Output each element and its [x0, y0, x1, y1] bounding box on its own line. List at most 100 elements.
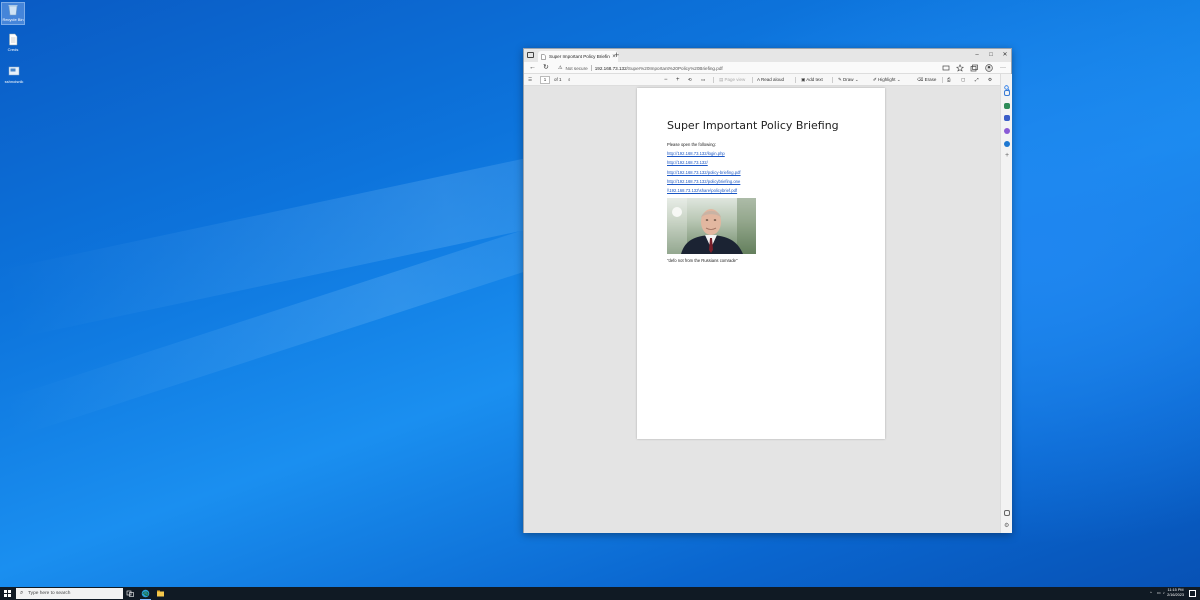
page-count: of 1 [554, 77, 562, 82]
divider [832, 77, 833, 83]
chevron-down-icon: ⌄ [896, 77, 901, 82]
add-icon[interactable]: + [1004, 152, 1010, 159]
desktop-icon-shortcut[interactable]: sshnoisnik [2, 65, 26, 87]
settings-gear-icon[interactable]: ⚙ [1004, 523, 1010, 529]
contents-icon[interactable]: ☰ [528, 74, 532, 86]
page-view-button[interactable]: ▤ Page view [719, 74, 745, 86]
tab-pdf[interactable]: Super Important Policy Briefing × [538, 51, 618, 62]
shortcut-icon [8, 65, 20, 78]
url-host: 192.168.73.132 [594, 65, 627, 71]
read-mode-icon[interactable] [942, 64, 950, 72]
url-field[interactable]: ⚠ Not secure 192.168.73.132/Super%20Impo… [558, 63, 928, 73]
highlight-label: Highlight [878, 77, 896, 82]
browser-window: Super Important Policy Briefing × + – □ … [523, 48, 1012, 533]
search-icon[interactable] [1004, 78, 1010, 91]
draw-icon: ✎ [838, 77, 842, 82]
tray-chevron-icon[interactable]: ^ [1150, 587, 1152, 600]
document-link[interactable]: http://192.168.73.132/policybriefing.one [667, 179, 740, 184]
tools-icon[interactable] [1004, 115, 1010, 121]
highlight-button[interactable]: ✐ Highlight ⌄ [873, 74, 901, 86]
zoom-in-button[interactable]: + [676, 74, 680, 86]
notifications-icon[interactable] [1189, 590, 1196, 597]
page-view-label: Page view [724, 77, 746, 82]
tab-actions-icon[interactable] [527, 52, 534, 58]
address-bar: ← ↻ ⚠ Not secure 192.168.73.132/Super%20… [524, 62, 1011, 74]
desktop-icon-recycle-bin[interactable]: Recycle Bin [1, 2, 25, 25]
pdf-viewer[interactable]: Super Important Policy Briefing Please o… [524, 86, 1000, 533]
divider [713, 77, 714, 83]
search-icon: ⌕ [20, 590, 24, 596]
tab-title: Super Important Policy Briefing [549, 54, 610, 59]
minimize-button[interactable]: – [970, 49, 984, 61]
chevron-down-icon: ⌄ [854, 77, 859, 82]
refresh-icon[interactable]: ↻ [543, 63, 549, 73]
office-icon[interactable] [1004, 128, 1010, 134]
profile-avatar-icon[interactable] [985, 64, 993, 72]
pdf-file-icon [541, 53, 546, 60]
erase-button[interactable]: ⌫ Erase [917, 74, 936, 86]
eraser-icon: ⌫ [917, 77, 924, 82]
hide-sidebar-icon[interactable] [1004, 510, 1010, 516]
document-link[interactable]: http://192.168.73.132/ [667, 160, 708, 165]
fullscreen-icon[interactable]: ⤢ [975, 74, 979, 86]
desktop-icon-label: sshnoisnik [4, 79, 24, 84]
document-link[interactable]: \\192.168.73.132\share\policybrief.pdf [667, 188, 737, 193]
outlook-icon[interactable] [1004, 141, 1010, 147]
save-icon[interactable]: ▢ [961, 74, 965, 86]
browser-sidebar: + ⚙ [1000, 74, 1012, 533]
search-placeholder: Type here to search [28, 591, 71, 596]
add-text-button[interactable]: ▣ Add text [801, 74, 823, 86]
document-title: Super Important Policy Briefing [667, 119, 839, 132]
pdf-toolbar: ☰ 1 of 1 ⌕ − + ⟲ ▭ ▤ Page view A Read al… [524, 74, 1011, 86]
games-icon[interactable] [1004, 103, 1010, 109]
new-tab-button[interactable]: + [614, 50, 619, 60]
photo-caption: "defo not from the Russians comrade" [667, 258, 738, 263]
maximize-button[interactable]: □ [984, 49, 998, 61]
add-text-icon: ▣ [801, 77, 806, 82]
divider [795, 77, 796, 83]
erase-label: Erase [924, 77, 937, 82]
volume-icon[interactable]: ♪ [1163, 587, 1165, 600]
desktop-icon-creds[interactable]: Creds [2, 33, 24, 55]
add-text-label: Add text [806, 77, 823, 82]
zoom-out-button[interactable]: − [664, 74, 668, 86]
settings-gear-icon[interactable]: ⚙ [988, 74, 992, 86]
divider [942, 77, 943, 83]
network-icon[interactable]: ▭ [1157, 587, 1161, 600]
divider [752, 77, 753, 83]
find-icon[interactable]: ⌕ [568, 74, 571, 86]
taskbar: ⌕ Type here to search ^ ▭ ♪ 11:15 PM 2/1… [0, 587, 1200, 600]
task-view-icon[interactable] [126, 589, 135, 598]
page-number-input[interactable]: 1 [540, 76, 550, 84]
more-options-icon[interactable]: ··· [1000, 63, 1006, 73]
windows-start-icon[interactable] [4, 590, 11, 597]
document-intro: Please open the following: [667, 142, 716, 147]
back-arrow-icon[interactable]: ← [529, 63, 536, 73]
draw-button[interactable]: ✎ Draw ⌄ [838, 74, 859, 86]
divider [590, 65, 592, 71]
fit-page-icon[interactable]: ▭ [701, 74, 705, 86]
close-window-button[interactable]: ✕ [998, 49, 1012, 61]
desktop-icon-label: Creds [7, 47, 19, 52]
document-link[interactable]: http://192.168.73.132/policy-briefing.pd… [667, 170, 741, 175]
portrait-photo [667, 198, 756, 254]
document-link[interactable]: http://192.168.73.132/login.php [667, 151, 725, 156]
taskbar-search-input[interactable]: ⌕ Type here to search [16, 588, 123, 599]
file-explorer-icon[interactable] [156, 589, 165, 598]
highlight-icon: ✐ [873, 77, 877, 82]
rotate-icon[interactable]: ⟲ [688, 74, 692, 86]
collections-icon[interactable] [970, 64, 978, 72]
warning-icon: ⚠ [558, 65, 563, 71]
print-icon[interactable]: ⎙ [947, 74, 951, 86]
page-view-icon: ▤ [719, 77, 724, 82]
text-file-icon [7, 33, 19, 46]
favorites-star-icon[interactable] [956, 64, 964, 72]
clock-date: 2/16/2023 [1167, 593, 1184, 597]
system-clock[interactable]: 11:15 PM 2/16/2023 [1167, 588, 1184, 598]
edge-browser-icon[interactable] [141, 589, 150, 598]
security-label: Not secure [565, 65, 588, 71]
read-aloud-button[interactable]: A Read aloud [757, 74, 784, 86]
recycle-bin-icon [7, 3, 19, 16]
title-bar: Super Important Policy Briefing × + – □ … [524, 49, 1011, 62]
discover-icon[interactable] [1004, 90, 1010, 96]
